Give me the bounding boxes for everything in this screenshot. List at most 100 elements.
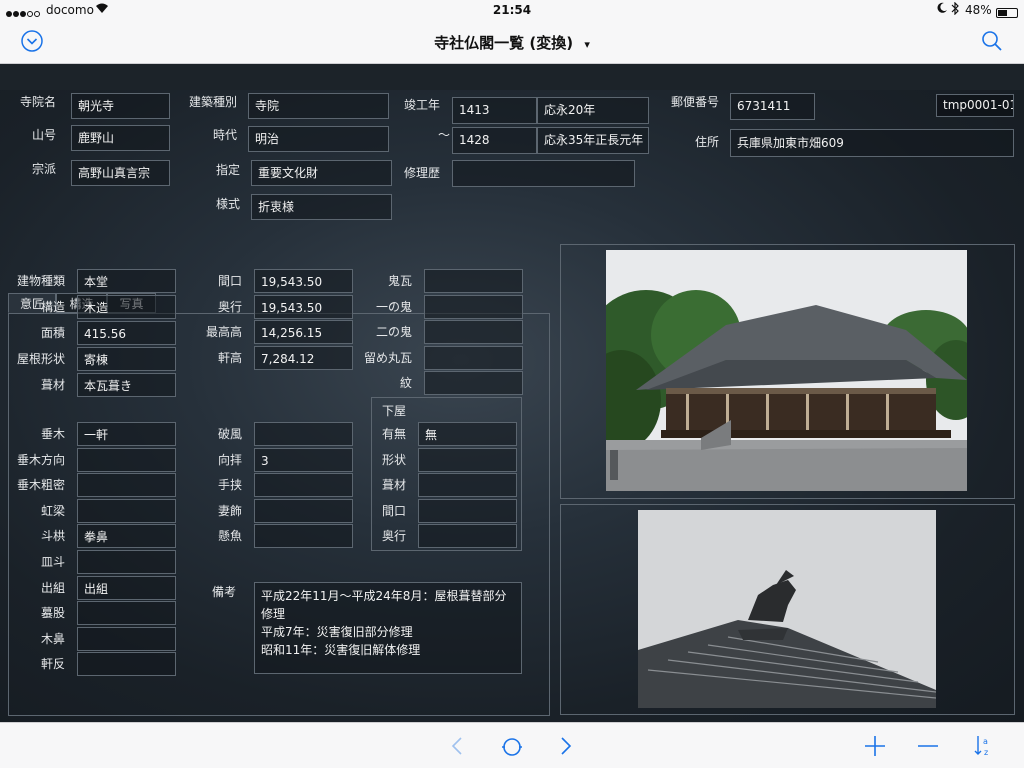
design-col3-label: 一の鬼: [375, 299, 412, 314]
design-col1b-label: 垂木: [40, 427, 65, 441]
roof-ornament-photo[interactable]: [638, 510, 936, 708]
header-band: [0, 64, 1024, 90]
design-col1b-field[interactable]: [77, 473, 176, 498]
design-col1b-label: 垂木粗密: [16, 478, 65, 493]
design-col1b-label: 出組: [40, 580, 65, 595]
period-field[interactable]: 明治: [248, 126, 389, 152]
sort-icon[interactable]: az: [973, 734, 993, 762]
lower-building-field[interactable]: 無: [418, 422, 517, 446]
design-col2b-field[interactable]: [254, 473, 353, 497]
lower-building-field[interactable]: [418, 524, 517, 548]
add-record-icon[interactable]: [864, 735, 886, 761]
design-col3-field[interactable]: [424, 269, 523, 293]
lower-building-field[interactable]: [418, 498, 517, 523]
design-col1-field[interactable]: 寄棟: [77, 347, 176, 371]
style-field[interactable]: 折衷様: [251, 194, 392, 220]
repair-history-field[interactable]: [452, 160, 635, 187]
design-col2b-field[interactable]: [254, 422, 353, 446]
design-col2-field[interactable]: 19,543.50: [254, 294, 353, 319]
dropdown-triangle-icon: ▾: [584, 38, 590, 51]
design-col1-field[interactable]: 木造: [77, 295, 176, 319]
construction-start-era-field[interactable]: 応永20年: [537, 97, 649, 124]
lower-building-label: 間口: [381, 503, 406, 518]
postal-code-field[interactable]: 6731411: [730, 93, 815, 120]
sect-field[interactable]: 高野山真言宗: [71, 160, 170, 186]
design-col3-label: 留め丸瓦: [363, 350, 412, 365]
remarks-label: 備考: [211, 585, 236, 599]
design-col1b-field[interactable]: 出組: [77, 575, 176, 600]
design-col1b-field[interactable]: 一軒: [77, 422, 176, 446]
design-col1b-label: 皿斗: [40, 555, 65, 569]
bluetooth-icon: [951, 1, 960, 18]
remarks-field[interactable]: 平成22年11月〜平成24年8月：屋根葺替部分修理 平成7年：災害復旧部分修理 …: [254, 582, 522, 674]
design-col3-label: 紋: [399, 376, 412, 390]
design-col2-label: 最高高: [205, 325, 242, 339]
clock: 21:54: [492, 3, 532, 17]
design-col2b-field[interactable]: [254, 524, 353, 548]
temple-main-hall-photo[interactable]: [606, 250, 967, 491]
building-type-label: 建築種別: [188, 95, 237, 109]
design-col1-field[interactable]: 本瓦葺き: [77, 373, 176, 397]
design-col2-label: 軒高: [217, 350, 242, 365]
design-col1b-field[interactable]: [77, 601, 176, 626]
design-col1b-field[interactable]: 拳鼻: [77, 524, 176, 549]
design-col1-label: 建物種類: [16, 274, 65, 288]
navigation-bar: 寺社仏閣一覧 (変換) ▾: [0, 20, 1024, 64]
design-col1b-field[interactable]: [77, 447, 176, 472]
delete-record-icon[interactable]: [917, 735, 939, 761]
designation-field[interactable]: 重要文化財: [251, 160, 392, 186]
svg-text:a: a: [983, 737, 988, 746]
temple-name-field[interactable]: 朝光寺: [71, 93, 170, 119]
previous-record-icon[interactable]: [451, 736, 463, 760]
designation-label: 指定: [215, 163, 240, 177]
lower-building-label: 奥行: [381, 529, 406, 543]
design-col1-field[interactable]: 本堂: [77, 269, 176, 293]
address-label: 住所: [694, 135, 719, 149]
bottom-toolbar: az: [0, 722, 1024, 768]
design-col2-field[interactable]: 14,256.15: [254, 320, 353, 344]
design-col2b-label: 破風: [217, 427, 242, 441]
sect-label: 宗派: [31, 162, 56, 176]
mountain-name-field[interactable]: 鹿野山: [71, 125, 170, 151]
building-type-field[interactable]: 寺院: [248, 93, 389, 119]
design-col2-field[interactable]: 19,543.50: [254, 269, 353, 293]
lower-building-field[interactable]: [418, 473, 517, 497]
remarks-line: 昭和11年：災害復旧解体修理: [261, 643, 421, 657]
lower-building-field[interactable]: [418, 447, 517, 472]
battery-percent: 48%: [965, 3, 992, 17]
design-col2-label: 奥行: [217, 299, 242, 314]
style-label: 様式: [215, 197, 240, 211]
design-col3-field[interactable]: [424, 320, 523, 344]
design-col1b-field[interactable]: [77, 652, 176, 677]
search-icon[interactable]: [981, 30, 1003, 56]
refresh-record-icon[interactable]: [500, 735, 524, 763]
lower-building-label: 有無: [381, 427, 406, 441]
design-col2b-field[interactable]: 3: [254, 447, 353, 472]
record-detail-view: 寺院名 朝光寺 山号 鹿野山 宗派 高野山真言宗 建築種別 寺院 時代 明治 指…: [0, 64, 1024, 722]
design-col1-field[interactable]: 415.56: [77, 321, 176, 345]
design-col2b-label: 手挟: [217, 478, 242, 492]
design-col2-field[interactable]: 7,284.12: [254, 345, 353, 370]
design-col1-label: 屋根形状: [16, 352, 65, 366]
design-col3-label: 鬼瓦: [387, 274, 412, 288]
period-label: 時代: [212, 128, 237, 142]
design-col1b-field[interactable]: [77, 550, 176, 574]
design-col3-field[interactable]: [424, 345, 523, 370]
lower-building-label: 葺材: [381, 478, 406, 492]
construction-label: 竣工年: [403, 98, 440, 112]
design-col3-field[interactable]: [424, 294, 523, 319]
design-col3-field[interactable]: [424, 371, 523, 395]
design-col1b-field[interactable]: [77, 498, 176, 523]
construction-start-year-field[interactable]: 1413: [452, 97, 537, 124]
design-col1b-field[interactable]: [77, 626, 176, 651]
next-record-icon[interactable]: [560, 736, 572, 760]
layout-title-menu[interactable]: 寺社仏閣一覧 (変換) ▾: [0, 32, 1024, 53]
page-title: 寺社仏閣一覧 (変換): [434, 34, 574, 52]
record-id-field[interactable]: tmp0001-01: [936, 94, 1014, 117]
design-col3-label: 二の鬼: [375, 325, 412, 339]
construction-end-year-field[interactable]: 1428: [452, 127, 537, 154]
construction-end-era-field[interactable]: 応永35年正長元年: [537, 127, 649, 154]
repair-history-label: 修理歴: [403, 166, 440, 180]
address-field[interactable]: 兵庫県加東市畑609: [730, 129, 1014, 157]
design-col2b-field[interactable]: [254, 498, 353, 523]
